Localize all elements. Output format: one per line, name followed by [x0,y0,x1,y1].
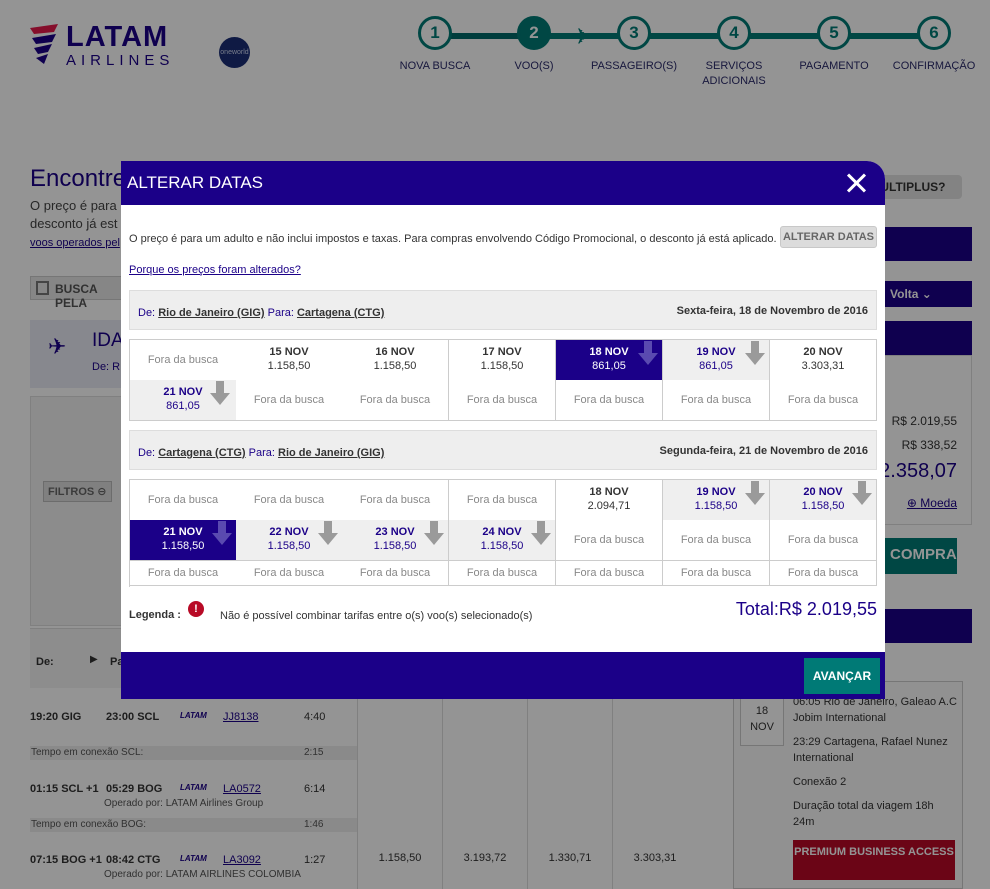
date-cell-unavailable: Fora da busca [236,380,343,421]
date-cell-unavailable: Fora da busca [770,520,877,561]
date-cell[interactable]: 17 NOV 1.158,50 [449,340,556,381]
date-cell-unavailable: Fora da busca [556,380,663,421]
date-cell-unavailable: Fora da busca [236,561,343,586]
date-price: 2.094,71 [587,500,631,512]
lower-price-arrow-icon [210,381,230,407]
lower-price-arrow-icon [638,341,658,367]
date-cell-unavailable: Fora da busca [130,561,237,586]
from-label: De: [138,447,156,459]
lower-price-arrow-icon [531,521,551,547]
inbound-date-grid: Fora da busca Fora da busca Fora da busc… [129,479,877,587]
date-cell-unavailable: Fora da busca [236,480,343,521]
date-price: 1.158,50 [267,360,311,372]
date-label: 18 NOV [589,486,629,498]
date-cell-unavailable: Fora da busca [663,380,770,421]
lower-price-arrow-icon [424,521,444,547]
from-label: De: [138,307,156,319]
date-label: 16 NOV [375,346,415,358]
outbound-date-grid: Fora da busca 15 NOV 1.158,50 16 NOV 1.158… [129,339,877,421]
date-cell-selected[interactable]: 21 NOV 1.158,50 [130,520,237,561]
date-cell-unavailable: Fora da busca [130,340,237,381]
price-info-text: O preço é para um adulto e não inclui im… [129,233,777,245]
date-cell[interactable]: 22 NOV 1.158,50 [236,520,343,561]
date-cell-unavailable: Fora da busca [342,480,449,521]
origin-link[interactable]: Rio de Janeiro (GIG) [158,307,264,319]
lower-price-arrow-icon [745,341,765,367]
date-cell[interactable]: 19 NOV 1.158,50 [663,480,770,521]
date-cell-unavailable: Fora da busca [663,561,770,586]
date-price: 3.303,31 [801,360,845,372]
why-prices-changed-link[interactable]: Porque os preços foram alterados? [129,264,301,276]
legend-text: Não é possível combinar tarifas entre o(… [220,610,533,622]
lower-price-arrow-icon [745,481,765,507]
outbound-route-header: De: Rio de Janeiro (GIG) Para: Cartagena… [129,290,877,330]
date-cell-unavailable: Fora da busca [342,561,449,586]
date-cell-unavailable: Fora da busca [342,380,449,421]
date-cell-unavailable: Fora da busca [770,561,877,586]
date-cell[interactable]: 20 NOV 3.303,31 [770,340,877,381]
to-label: Para: [248,447,275,459]
date-cell-unavailable: Fora da busca [449,480,556,521]
alert-icon: ! [188,601,204,617]
alter-dates-button[interactable]: ALTERAR DATAS [780,226,877,248]
date-cell-unavailable: Fora da busca [770,380,877,421]
outbound-route: De: Rio de Janeiro (GIG) Para: Cartagena… [138,307,384,319]
modal-title: ALTERAR DATAS [127,173,264,192]
total-price: Total:R$ 2.019,55 [735,599,877,619]
inbound-route: De: Cartagena (CTG) Para: Rio de Janeiro… [138,447,384,459]
date-price: 1.158,50 [480,360,524,372]
date-cell-unavailable: Fora da busca [130,480,237,521]
date-cell[interactable]: 16 NOV 1.158,50 [342,340,449,381]
date-label: 17 NOV [482,346,522,358]
destination-link[interactable]: Rio de Janeiro (GIG) [278,447,384,459]
date-cell-unavailable: Fora da busca [556,561,663,586]
date-cell[interactable]: 21 NOV 861,05 [130,380,237,421]
lower-price-arrow-icon [852,481,872,507]
date-cell-selected[interactable]: 18 NOV 861,05 [556,340,663,381]
date-cell-unavailable: Fora da busca [449,561,556,586]
date-cell[interactable]: 23 NOV 1.158,50 [342,520,449,561]
date-cell[interactable]: 18 NOV 2.094,71 [556,480,663,521]
date-label: 20 NOV [803,346,843,358]
alter-dates-modal: ALTERAR DATAS O preço é para um adulto e… [121,161,885,699]
modal-footer: AVANÇAR [121,652,885,699]
close-icon[interactable] [843,167,869,197]
legend-label: Legenda : [129,609,181,621]
lower-price-arrow-icon [318,521,338,547]
outbound-date: Sexta-feira, 18 de Novembro de 2016 [676,305,868,317]
inbound-date: Segunda-feira, 21 de Novembro de 2016 [659,445,868,457]
date-cell-unavailable: Fora da busca [663,520,770,561]
destination-link[interactable]: Cartagena (CTG) [297,307,384,319]
date-cell[interactable]: 20 NOV 1.158,50 [770,480,877,521]
date-cell-unavailable: Fora da busca [556,520,663,561]
date-cell-unavailable: Fora da busca [449,380,556,421]
date-cell[interactable]: 15 NOV 1.158,50 [236,340,343,381]
to-label: Para: [267,307,294,319]
date-label: 15 NOV [269,346,309,358]
date-cell[interactable]: 24 NOV 1.158,50 [449,520,556,561]
modal-header: ALTERAR DATAS [121,161,885,205]
origin-link[interactable]: Cartagena (CTG) [158,447,245,459]
inbound-route-header: De: Cartagena (CTG) Para: Rio de Janeiro… [129,430,877,470]
lower-price-arrow-icon [212,521,232,547]
legend: Legenda : [129,609,193,621]
advance-button[interactable]: AVANÇAR [804,658,880,694]
date-cell[interactable]: 19 NOV 861,05 [663,340,770,381]
date-price: 1.158,50 [373,360,417,372]
